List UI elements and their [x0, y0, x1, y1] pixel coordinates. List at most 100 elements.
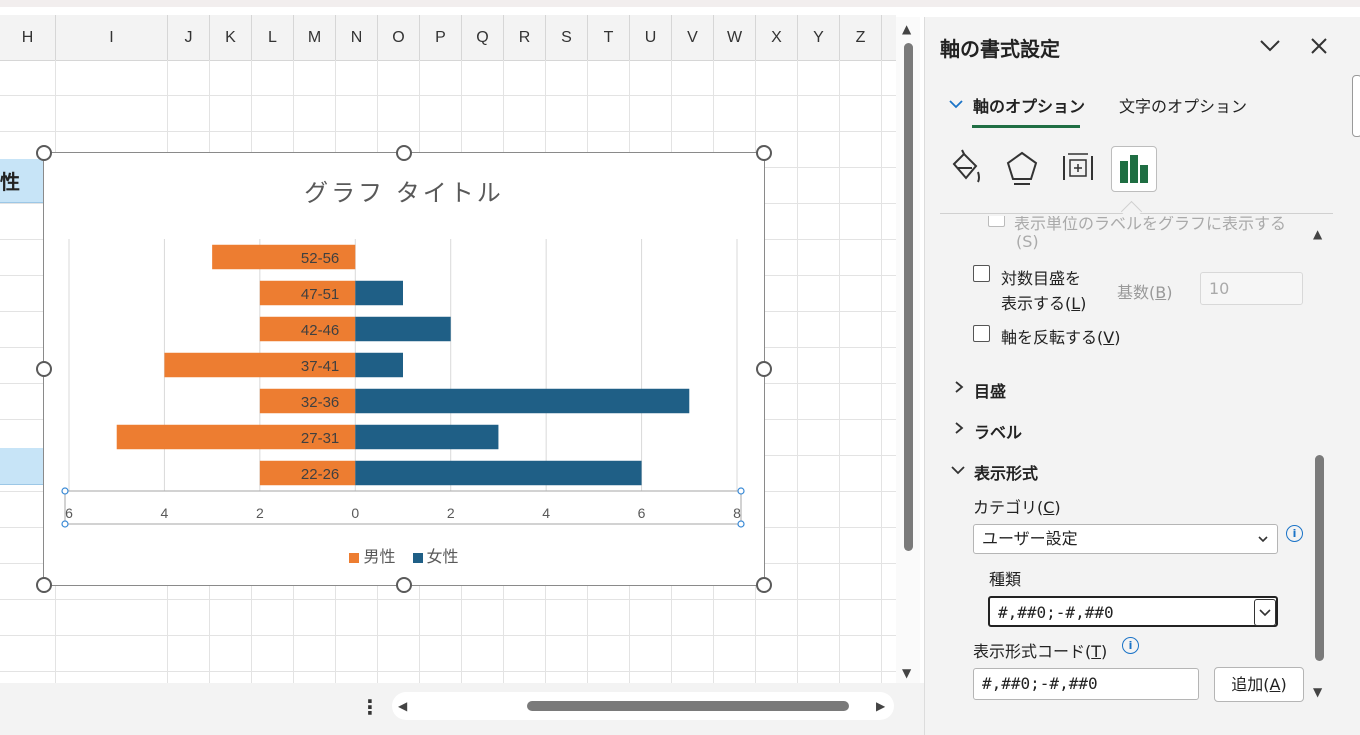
- column-header-n[interactable]: N: [336, 15, 378, 60]
- column-header-l[interactable]: L: [252, 15, 294, 60]
- category-label: 37-41: [301, 358, 339, 375]
- category-label: カテゴリ(C): [973, 498, 1061, 517]
- cell-header-fragment[interactable]: 性: [0, 159, 43, 203]
- legend-item-female: 女性: [412, 547, 459, 566]
- column-header-x[interactable]: X: [756, 15, 798, 60]
- add-button[interactable]: 追加(A): [1214, 667, 1304, 702]
- grid-line: [0, 131, 896, 132]
- cell-header-text: 性: [0, 170, 20, 194]
- resize-handle-b[interactable]: [396, 577, 412, 593]
- section-tick-marks[interactable]: 目盛: [974, 378, 1006, 402]
- bar-女性: [355, 460, 642, 486]
- resize-handle-tl[interactable]: [36, 145, 52, 161]
- display-units-checkbox[interactable]: [988, 216, 1005, 227]
- column-header-u[interactable]: U: [630, 15, 672, 60]
- category-label: 27-31: [301, 430, 339, 447]
- column-header-w[interactable]: W: [714, 15, 756, 60]
- resize-handle-r[interactable]: [756, 361, 772, 377]
- pane-title: 軸の書式設定: [940, 37, 1060, 61]
- log-scale-checkbox[interactable]: [973, 265, 990, 282]
- chevron-down-icon[interactable]: [950, 464, 966, 480]
- pane-scroll-down-icon[interactable]: ▼: [1313, 685, 1322, 699]
- grid-line: [839, 60, 840, 683]
- tick-label: 6: [638, 505, 646, 521]
- chevron-down-icon[interactable]: [1258, 35, 1282, 61]
- format-code-input[interactable]: #,##0;-#,##0: [973, 668, 1199, 700]
- size-properties-icon[interactable]: [1056, 146, 1100, 190]
- info-icon[interactable]: i: [1122, 637, 1139, 654]
- column-header-y[interactable]: Y: [798, 15, 840, 60]
- axis-selection-handle: [61, 487, 69, 495]
- close-icon[interactable]: [1309, 36, 1329, 62]
- resize-handle-l[interactable]: [36, 361, 52, 377]
- resize-handle-t[interactable]: [396, 145, 412, 161]
- scroll-down-icon[interactable]: ▼: [902, 666, 911, 680]
- tick-label: 8: [733, 505, 741, 521]
- grid-line: [0, 671, 896, 672]
- tick-label: 4: [161, 505, 169, 521]
- axis-selection-handle: [737, 520, 745, 528]
- base-input[interactable]: 10: [1200, 272, 1303, 305]
- column-header-j[interactable]: J: [168, 15, 210, 60]
- chart-legend[interactable]: 男性 女性: [44, 543, 764, 567]
- top-strip: [0, 0, 1360, 7]
- column-header-z[interactable]: Z: [840, 15, 882, 60]
- resize-handle-bl[interactable]: [36, 577, 52, 593]
- scroll-right-icon[interactable]: ▶: [876, 699, 885, 713]
- column-header-q[interactable]: Q: [462, 15, 504, 60]
- axis-options-chart-icon[interactable]: [1111, 146, 1157, 192]
- pane-scroll-up-icon[interactable]: ▲: [1313, 227, 1322, 241]
- scroll-left-icon[interactable]: ◀: [398, 699, 407, 713]
- column-header-v[interactable]: V: [672, 15, 714, 60]
- effects-pentagon-icon[interactable]: [1000, 146, 1044, 190]
- plot-area[interactable]: 52-56 47-51 42-46 37-41 32-36 27-31 22-26 6 4 2 0 2…: [44, 153, 764, 585]
- scroll-up-icon[interactable]: ▲: [902, 22, 911, 36]
- category-label: 22-26: [301, 466, 339, 483]
- select-chevron-icon: [1257, 525, 1269, 562]
- column-header-o[interactable]: O: [378, 15, 420, 60]
- legend-label-male: 男性: [363, 547, 396, 566]
- section-labels[interactable]: ラベル: [974, 419, 1022, 443]
- cell-highlight[interactable]: [0, 448, 43, 485]
- axis-selection-handle: [737, 487, 745, 495]
- chevron-right-icon[interactable]: [953, 380, 965, 398]
- column-header-m[interactable]: M: [294, 15, 336, 60]
- reverse-axis-checkbox[interactable]: [973, 325, 990, 342]
- column-header-s[interactable]: S: [546, 15, 588, 60]
- tick-label: 6: [65, 505, 73, 521]
- column-header-p[interactable]: P: [420, 15, 462, 60]
- bar-女性: [355, 352, 403, 378]
- column-header-k[interactable]: K: [210, 15, 252, 60]
- category-label: 47-51: [301, 286, 339, 303]
- resize-handle-tr[interactable]: [756, 145, 772, 161]
- reverse-axis-label: 軸を反転する(V): [1001, 328, 1121, 347]
- type-combo-value: #,##0;-#,##0: [998, 603, 1114, 622]
- section-number[interactable]: 表示形式: [974, 460, 1038, 484]
- horizontal-scroll-thumb[interactable]: [527, 701, 849, 711]
- grid-line: [0, 95, 896, 96]
- resize-handle-br[interactable]: [756, 577, 772, 593]
- combo-dropdown-icon[interactable]: [1254, 599, 1276, 626]
- column-header-h[interactable]: H: [0, 15, 56, 60]
- tab-active-indicator: [972, 125, 1080, 128]
- chart-object[interactable]: グラフ タイトル 52-56 47-51 42-46 37-41 32-36 27-31 2…: [43, 152, 765, 586]
- type-combo[interactable]: #,##0;-#,##0: [988, 596, 1278, 627]
- category-select[interactable]: ユーザー設定: [973, 524, 1278, 554]
- grid-line: [0, 599, 896, 600]
- column-header-t[interactable]: T: [588, 15, 630, 60]
- vertical-scroll-thumb[interactable]: [904, 43, 913, 551]
- pane-outer-scroll[interactable]: [1352, 75, 1360, 137]
- base-label: 基数(B): [1117, 283, 1173, 302]
- pane-scroll-thumb[interactable]: [1315, 455, 1324, 661]
- tab-text-options[interactable]: 文字のオプション: [1119, 93, 1247, 117]
- info-icon[interactable]: i: [1286, 525, 1303, 542]
- grid-line: [0, 635, 896, 636]
- grid-line: [797, 60, 798, 683]
- column-header-i[interactable]: I: [56, 15, 168, 60]
- bar-女性: [355, 316, 451, 342]
- fill-line-icon[interactable]: [944, 146, 988, 190]
- column-header-r[interactable]: R: [504, 15, 546, 60]
- chevron-right-icon[interactable]: [953, 421, 965, 439]
- more-options-icon[interactable]: ⋮: [360, 695, 380, 719]
- tab-axis-options[interactable]: 軸のオプション: [973, 93, 1085, 117]
